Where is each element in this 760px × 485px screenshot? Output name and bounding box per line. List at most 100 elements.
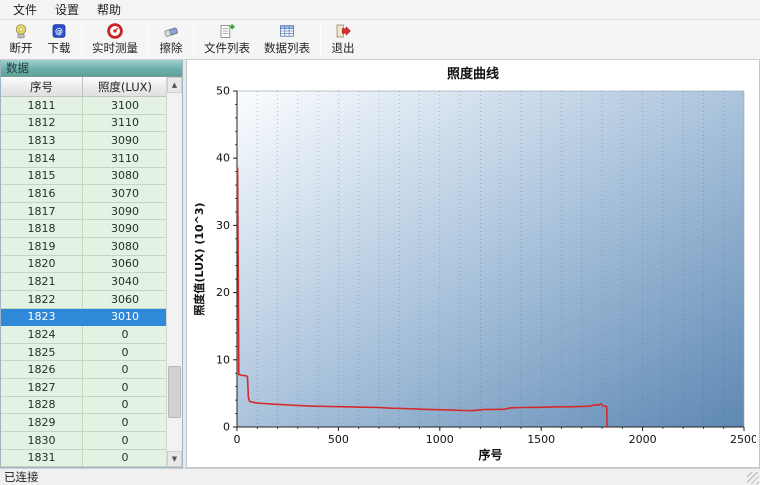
svg-text:30: 30 (216, 219, 230, 232)
table-cell: 3060 (83, 290, 168, 309)
table-cell: 0 (83, 396, 168, 415)
table-row[interactable]: 1827 0 (1, 379, 168, 397)
table-cell: 1818 (1, 220, 83, 238)
table-cell: 0 (83, 379, 168, 397)
table-scrollbar[interactable]: ▲ ▼ (166, 77, 182, 467)
file-list-button[interactable]: 文件列表 (197, 21, 257, 58)
table-cell: 1813 (1, 132, 83, 150)
toolbar-button-label: 退出 (331, 41, 355, 55)
table-row[interactable]: 1819 3080 (1, 238, 168, 256)
table-row[interactable]: 1818 3090 (1, 220, 168, 238)
svg-text:0: 0 (233, 433, 240, 446)
table-row[interactable]: 1824 0 (1, 326, 168, 344)
data-list-button[interactable]: 数据列表 (257, 21, 317, 58)
svg-text:50: 50 (216, 85, 230, 98)
erase-icon (164, 27, 178, 37)
table-cell: 3090 (83, 202, 168, 221)
table-cell: 1829 (1, 414, 83, 432)
svg-text:2500: 2500 (730, 433, 756, 446)
svg-text:20: 20 (216, 286, 230, 299)
table-cell: 0 (83, 449, 168, 467)
table-row[interactable]: 1828 0 (1, 396, 168, 415)
table-cell: 1812 (1, 114, 83, 133)
table-cell: 1822 (1, 290, 83, 309)
table-row[interactable]: 1816 3070 (1, 185, 168, 203)
table-cell: 3100 (83, 97, 168, 115)
exit-button[interactable]: 退出 (324, 21, 362, 58)
svg-text:2000: 2000 (628, 433, 656, 446)
data-panel: 数据 序号 照度(LUX) 1811 3100 1812 3110 1813 3090 18… (0, 60, 183, 468)
toolbar-button-label: 下载 (47, 41, 71, 55)
table-cell: 3070 (83, 185, 168, 203)
svg-text:0: 0 (223, 421, 230, 434)
data-list-icon (280, 25, 294, 37)
table-cell: 0 (83, 431, 168, 450)
table-cell: 3110 (83, 149, 168, 168)
erase-button[interactable]: 擦除 (152, 21, 190, 58)
table-cell: 1825 (1, 343, 83, 362)
disconnect-icon (15, 24, 27, 39)
table-row[interactable]: 1812 3110 (1, 114, 168, 133)
table-row[interactable]: 1814 3110 (1, 149, 168, 168)
scrollbar-thumb[interactable] (168, 365, 181, 418)
menu-bar: 文件 设置 帮助 (0, 0, 760, 20)
illuminance-chart: 010203040500 500 1000 1500 2000 2500序号照度值(LUX… (192, 85, 756, 463)
table-row[interactable]: 1831 0 (1, 449, 168, 467)
scroll-down-icon[interactable]: ▼ (167, 451, 182, 467)
table-row[interactable]: 1826 0 (1, 361, 168, 379)
svg-text:照度值(LUX) (10^3): 照度值(LUX) (10^3) (192, 202, 206, 315)
toolbar-separator (81, 24, 82, 55)
download-button[interactable]: @ 下载 (40, 21, 78, 58)
table-cell: 1814 (1, 149, 83, 168)
table-cell: 1824 (1, 326, 83, 344)
column-header-serial[interactable]: 序号 (1, 77, 83, 97)
table-row[interactable]: 1820 3060 (1, 255, 168, 274)
menu-file[interactable]: 文件 (4, 0, 46, 20)
svg-text:1000: 1000 (425, 433, 453, 446)
chart-title: 照度曲线 (446, 67, 499, 82)
table-header-row: 序号 照度(LUX) (1, 77, 168, 97)
table-row[interactable]: 1817 3090 (1, 202, 168, 221)
table-cell: 0 (83, 326, 168, 344)
table-row[interactable]: 1822 3060 (1, 290, 168, 309)
table-row[interactable]: 1829 0 (1, 414, 168, 432)
table-row[interactable]: 1813 3090 (1, 132, 168, 150)
svg-text:10: 10 (216, 353, 230, 366)
table-row[interactable]: 1821 3040 (1, 273, 168, 291)
svg-text:@: @ (55, 27, 63, 36)
table-row[interactable]: 1825 0 (1, 343, 168, 362)
menu-settings[interactable]: 设置 (46, 0, 88, 20)
table-cell: 1816 (1, 185, 83, 203)
table-cell: 3080 (83, 167, 168, 186)
svg-text:1500: 1500 (527, 433, 555, 446)
toolbar-button-label: 实时测量 (92, 41, 138, 55)
table-cell: 1821 (1, 273, 83, 291)
column-header-lux[interactable]: 照度(LUX) (83, 77, 168, 97)
toolbar: 断开 @ 下载 实时测量 擦除 文件列表 数据列表 退出 (0, 20, 760, 60)
resize-grip[interactable] (747, 472, 759, 484)
table-cell: 3090 (83, 132, 168, 150)
connection-status: 已连接 (4, 470, 39, 484)
table-cell: 3080 (83, 238, 168, 256)
table-row[interactable]: 1811 3100 (1, 97, 168, 115)
svg-text:序号: 序号 (478, 447, 502, 462)
toolbar-separator (320, 24, 321, 55)
status-bar: 已连接 (0, 468, 760, 485)
table-cell: 1811 (1, 97, 83, 115)
table-body: 1811 3100 1812 3110 1813 3090 1814 3110 1815 3080… (1, 97, 168, 467)
table-row[interactable]: 1823 3010 (1, 308, 168, 327)
table-row[interactable]: 1815 3080 (1, 167, 168, 186)
disconnect-button[interactable]: 断开 (2, 21, 40, 58)
file-list-icon (220, 24, 235, 38)
table-cell: 1823 (1, 308, 83, 327)
toolbar-button-label: 文件列表 (204, 41, 250, 55)
table-row[interactable]: 1830 0 (1, 431, 168, 450)
toolbar-separator (148, 24, 149, 55)
table-cell: 0 (83, 343, 168, 362)
realtime-measure-button[interactable]: 实时测量 (85, 21, 145, 58)
menu-help[interactable]: 帮助 (88, 0, 130, 20)
scroll-up-icon[interactable]: ▲ (167, 77, 182, 93)
table-cell: 1828 (1, 396, 83, 415)
data-table: 序号 照度(LUX) 1811 3100 1812 3110 1813 3090 1814 3… (1, 77, 182, 467)
svg-text:40: 40 (216, 152, 230, 165)
